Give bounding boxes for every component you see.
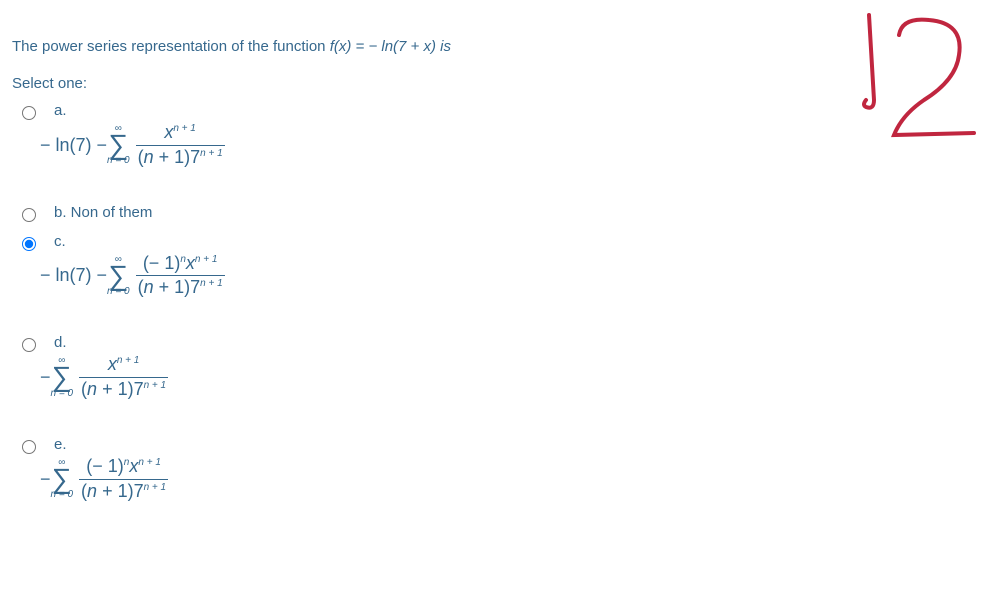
- e-numerator: (− 1)nxn + 1: [84, 457, 163, 479]
- option-e[interactable]: e. − ∞ ∑ n = 0 (− 1)nxn + 1 (n + 1)7n + …: [12, 436, 982, 530]
- option-e-math: − ∞ ∑ n = 0 (− 1)nxn + 1 (n + 1)7n + 1: [40, 457, 168, 502]
- sigma-icon: ∑: [52, 366, 72, 388]
- a-sigma: ∞ ∑ n = 0: [107, 124, 130, 166]
- option-b-body: b. Non of them: [54, 204, 152, 225]
- a-sigma-sub: n = 0: [107, 156, 130, 166]
- c-numerator: (− 1)nxn + 1: [141, 254, 220, 276]
- select-one-label: Select one:: [12, 75, 982, 92]
- question-container: The power series representation of the f…: [0, 0, 994, 549]
- a-fraction: xn + 1 (n + 1)7n + 1: [136, 123, 225, 168]
- c-denominator: (n + 1)7n + 1: [136, 275, 225, 298]
- c-prefix: − ln(7) −: [40, 265, 107, 286]
- radio-a[interactable]: [22, 106, 36, 120]
- e-prefix: −: [40, 469, 51, 490]
- eq: = − ln(7 +: [351, 38, 423, 55]
- d-numerator: xn + 1: [106, 355, 142, 377]
- c-sigma-sub: n = 0: [107, 287, 130, 297]
- radio-b[interactable]: [22, 208, 36, 222]
- option-d[interactable]: d. − ∞ ∑ n = 0 xn + 1 (n + 1)7n + 1: [12, 334, 982, 428]
- option-e-label: e.: [54, 436, 168, 453]
- option-e-body: e. − ∞ ∑ n = 0 (− 1)nxn + 1 (n + 1)7n + …: [54, 436, 168, 530]
- option-c-math: − ln(7) − ∞ ∑ n = 0 (− 1)nxn + 1 (n + 1)…: [40, 254, 225, 299]
- option-d-math: − ∞ ∑ n = 0 xn + 1 (n + 1)7n + 1: [40, 355, 168, 400]
- question-text: The power series representation of the f…: [12, 38, 982, 55]
- radio-c[interactable]: [22, 237, 36, 251]
- d-sigma-sub: n = 0: [51, 389, 74, 399]
- question-prefix: The power series representation of the f…: [12, 38, 330, 55]
- a-denominator: (n + 1)7n + 1: [136, 145, 225, 168]
- q-x: x: [424, 38, 432, 55]
- option-b-label: b. Non of them: [54, 204, 152, 221]
- a-prefix: − ln(7) −: [40, 135, 107, 156]
- option-c-label: c.: [54, 233, 225, 250]
- option-a-body: a. − ln(7) − ∞ ∑ n = 0 xn + 1 (n + 1)7n …: [54, 102, 225, 196]
- d-denominator: (n + 1)7n + 1: [79, 377, 168, 400]
- e-denominator: (n + 1)7n + 1: [79, 479, 168, 502]
- option-d-body: d. − ∞ ∑ n = 0 xn + 1 (n + 1)7n + 1: [54, 334, 168, 428]
- e-sigma-sub: n = 0: [51, 490, 74, 500]
- option-a-math: − ln(7) − ∞ ∑ n = 0 xn + 1 (n + 1)7n + 1: [40, 123, 225, 168]
- d-fraction: xn + 1 (n + 1)7n + 1: [79, 355, 168, 400]
- radio-d[interactable]: [22, 338, 36, 352]
- option-c[interactable]: c. − ln(7) − ∞ ∑ n = 0 (− 1)nxn + 1 (n +…: [12, 233, 982, 327]
- e-fraction: (− 1)nxn + 1 (n + 1)7n + 1: [79, 457, 168, 502]
- d-sigma: ∞ ∑ n = 0: [51, 356, 74, 398]
- option-a[interactable]: a. − ln(7) − ∞ ∑ n = 0 xn + 1 (n + 1)7n …: [12, 102, 982, 196]
- sigma-icon: ∑: [108, 265, 128, 287]
- q-end: ) is: [431, 38, 451, 55]
- c-fraction: (− 1)nxn + 1 (n + 1)7n + 1: [136, 254, 225, 299]
- sigma-icon: ∑: [52, 468, 72, 490]
- sigma-icon: ∑: [108, 134, 128, 156]
- e-sigma: ∞ ∑ n = 0: [51, 458, 74, 500]
- option-b[interactable]: b. Non of them: [12, 204, 982, 225]
- d-prefix: −: [40, 367, 51, 388]
- fx: f(x): [330, 38, 352, 55]
- option-c-body: c. − ln(7) − ∞ ∑ n = 0 (− 1)nxn + 1 (n +…: [54, 233, 225, 327]
- c-sigma: ∞ ∑ n = 0: [107, 255, 130, 297]
- option-a-label: a.: [54, 102, 225, 119]
- option-d-label: d.: [54, 334, 168, 351]
- radio-e[interactable]: [22, 440, 36, 454]
- a-numerator: xn + 1: [162, 123, 198, 145]
